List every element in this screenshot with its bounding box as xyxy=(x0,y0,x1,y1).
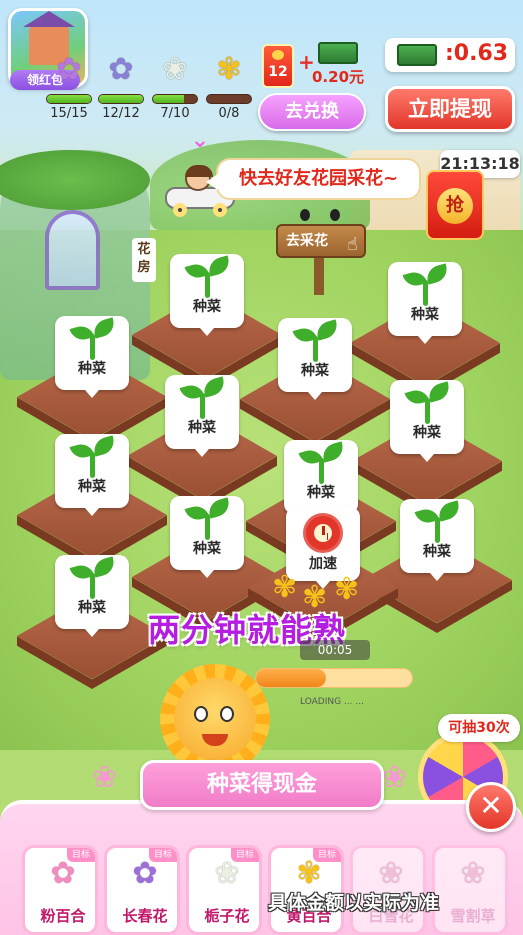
grab-red-packet-button[interactable]: 抢 xyxy=(426,170,484,240)
flower-progress-bar xyxy=(152,94,198,104)
plant-card[interactable]: 种菜 xyxy=(388,262,462,344)
flower-icon: ❀ xyxy=(460,856,486,891)
plant-card[interactable]: 种菜 xyxy=(170,496,244,578)
flower-stat: ✿ 12/12 xyxy=(98,50,144,121)
flower-progress-bar xyxy=(46,94,92,104)
blue-flower-icon: ✿ xyxy=(108,52,134,87)
growth-progress-bar xyxy=(255,668,413,688)
sprout-icon xyxy=(184,497,232,540)
flower-house-label[interactable]: 花房 xyxy=(132,238,156,282)
sprout-icon xyxy=(69,556,117,599)
panel-title: 种菜得现金 xyxy=(140,760,384,810)
pink-flower-icon: ❀ xyxy=(92,760,118,795)
plant-card[interactable]: 种菜 xyxy=(165,375,239,457)
plant-card[interactable]: 种菜 xyxy=(278,318,352,400)
target-tag: 目标 xyxy=(67,848,95,862)
plant-card[interactable]: 种菜 xyxy=(170,254,244,336)
disclaimer: 具体金额以实际为准 xyxy=(268,892,440,914)
seed-name: 长春花 xyxy=(122,907,168,925)
cash-reward: 0.20元 xyxy=(312,68,365,86)
target-tag: 目标 xyxy=(313,848,341,862)
yellow-lily-icon: ✾ xyxy=(216,52,242,87)
plant-label: 种菜 xyxy=(188,420,216,436)
seed-card[interactable]: ❀ 雪割草 xyxy=(432,845,508,935)
sign-eyes xyxy=(290,206,350,222)
balance-box: :0.63 xyxy=(385,38,515,72)
sprout-icon xyxy=(414,500,462,543)
plant-label: 种菜 xyxy=(78,361,106,377)
plant-card[interactable]: 种菜 xyxy=(284,440,358,522)
loading-text: LOADING ... ... xyxy=(300,697,364,707)
plant-card[interactable]: 种菜 xyxy=(55,434,129,516)
plant-label: 种菜 xyxy=(193,541,221,557)
sprout-icon xyxy=(402,263,450,306)
plant-label: 种菜 xyxy=(423,544,451,560)
sun-mascot[interactable] xyxy=(160,664,270,774)
close-button[interactable]: ✕ xyxy=(466,782,516,832)
sprout-icon xyxy=(292,319,340,362)
sign-label: 去采花 xyxy=(286,233,328,249)
flower-count: 15/15 xyxy=(50,106,88,121)
flower-count: 0/8 xyxy=(218,106,240,121)
red-packet-icon: 12 xyxy=(262,44,294,88)
exchange-button[interactable]: 去兑换 xyxy=(258,93,366,131)
draw-count-badge[interactable]: 可抽30次 xyxy=(438,714,520,742)
balance-amount: :0.63 xyxy=(445,41,509,66)
growth-timer: 00:05 xyxy=(300,640,370,660)
purple-flower-icon: ✿ xyxy=(56,52,82,87)
seed-name: 栀子花 xyxy=(204,907,250,925)
chevron-down-icon[interactable]: ⌄ xyxy=(186,128,214,153)
white-flower-icon: ❀ xyxy=(162,52,188,87)
sprout-icon xyxy=(298,441,346,484)
flower-stat: ❀ 7/10 xyxy=(152,50,198,121)
seed-name: 粉百合 xyxy=(40,907,86,925)
seed-name: 雪割草 xyxy=(450,907,496,925)
flower-count: 12/12 xyxy=(102,106,140,121)
grab-label: 抢 xyxy=(437,188,473,224)
target-tag: 目标 xyxy=(149,848,177,862)
flower-stat: ✿ 15/15 xyxy=(46,50,92,121)
flower-stat: ✾ 0/8 xyxy=(206,50,252,121)
sprout-icon xyxy=(179,376,227,419)
seed-card[interactable]: 目标 ✿ 长春花 xyxy=(104,845,180,935)
plant-card[interactable]: 种菜 xyxy=(400,499,474,581)
cash-stack-icon xyxy=(397,44,437,66)
withdraw-button[interactable]: 立即提现 xyxy=(385,86,515,132)
flower-count: 7/10 xyxy=(160,106,190,121)
plant-card[interactable]: 种菜 xyxy=(55,316,129,398)
red-packet-count: 12 xyxy=(268,64,288,80)
flower-progress-bar xyxy=(206,94,252,104)
plant-card[interactable]: 种菜 xyxy=(390,380,464,462)
plant-label: 种菜 xyxy=(307,485,335,501)
plant-label: 种菜 xyxy=(193,299,221,315)
clock-icon xyxy=(303,513,343,553)
seed-card[interactable]: 目标 ✿ 粉百合 xyxy=(22,845,98,935)
plant-label: 种菜 xyxy=(411,307,439,323)
visit-friends-speech[interactable]: 快去好友花园采花~ xyxy=(206,158,421,200)
sprout-icon xyxy=(69,317,117,360)
cash-stack-icon xyxy=(318,42,358,64)
target-tag: 目标 xyxy=(231,848,259,862)
plant-label: 种菜 xyxy=(78,479,106,495)
pink-flower-icon: ❀ xyxy=(382,760,408,795)
sprout-icon xyxy=(184,255,232,298)
plant-label: 种菜 xyxy=(301,363,329,379)
seed-card[interactable]: 目标 ❀ 栀子花 xyxy=(186,845,262,935)
plant-label: 种菜 xyxy=(413,425,441,441)
flower-progress-bar xyxy=(98,94,144,104)
plant-label: 种菜 xyxy=(78,600,106,616)
plant-card[interactable]: 种菜 xyxy=(55,555,129,637)
pointing-hand-icon: ☝ xyxy=(347,234,358,255)
go-pick-flowers-sign[interactable]: 去采花 ☝ xyxy=(276,224,366,258)
sprout-icon xyxy=(69,435,117,478)
sprout-icon xyxy=(404,381,452,424)
